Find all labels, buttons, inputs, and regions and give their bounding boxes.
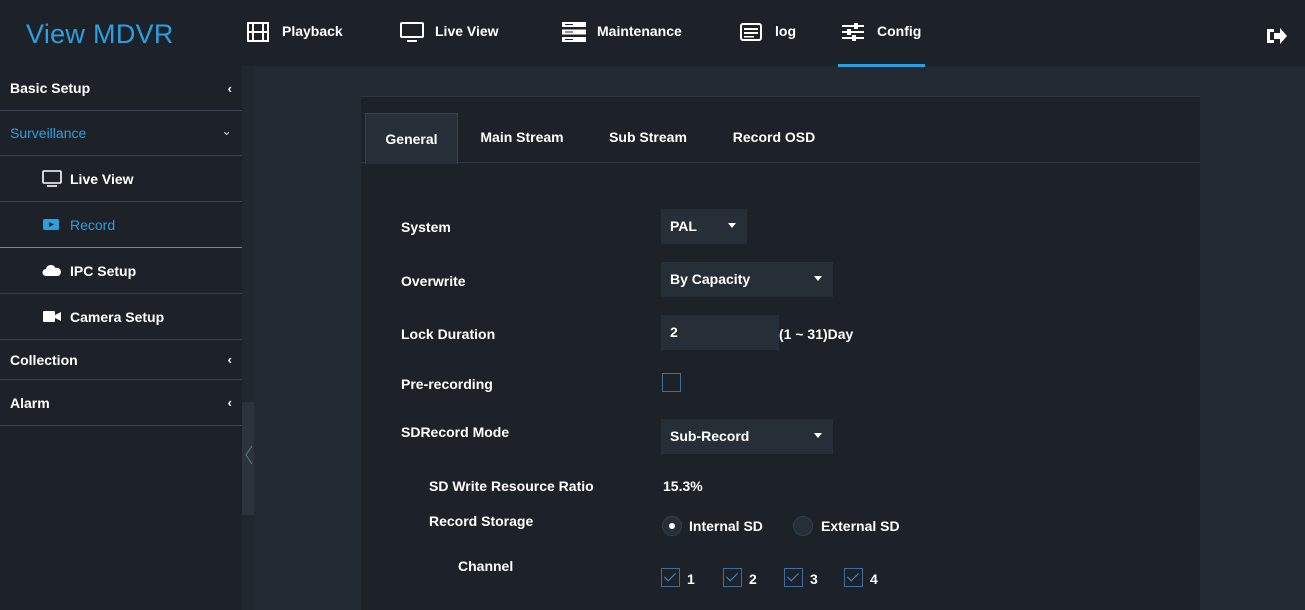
tab-record-osd[interactable]: Record OSD	[723, 111, 825, 163]
overwrite-select-value: By Capacity	[670, 271, 751, 287]
sidebar-scrollbar-thumb[interactable]	[242, 66, 254, 402]
sidebar-item-basic-setup[interactable]: Basic Setup ‹	[0, 66, 242, 111]
external-sd-label: External SD	[821, 518, 900, 534]
sd-record-mode-label: SDRecord Mode	[401, 424, 510, 440]
sidebar-item-label: Record	[70, 216, 116, 233]
sd-record-mode-select[interactable]: Sub-Record	[661, 419, 833, 454]
channel-2-checkbox[interactable]	[723, 568, 742, 587]
maintenance-icon	[562, 22, 588, 42]
nav-log[interactable]: log	[740, 22, 796, 52]
sidebar-item-record[interactable]: Record	[0, 202, 242, 248]
monitor-icon	[42, 170, 62, 187]
sidebar-scrollbar-lower	[242, 515, 254, 610]
sidebar-item-label: Live View	[70, 170, 134, 187]
sidebar-item-label: Collection	[10, 351, 78, 368]
cloud-icon	[42, 262, 62, 279]
playback-icon	[247, 22, 273, 42]
app-title: View MDVR	[26, 19, 174, 49]
sidebar: Basic Setup ‹ Surveillance ⌄ Live View R…	[0, 66, 242, 610]
sidebar-item-label: Alarm	[10, 394, 50, 411]
channel-4-label: 4	[870, 571, 878, 587]
channel-4-checkbox[interactable]	[844, 568, 863, 587]
overwrite-select[interactable]: By Capacity	[661, 262, 833, 297]
chevron-left-icon: ‹	[227, 352, 232, 367]
nav-config[interactable]: Config	[837, 22, 926, 67]
sidebar-item-label: Camera Setup	[70, 308, 165, 325]
chevron-down-icon: ⌄	[221, 123, 232, 138]
record-icon	[42, 216, 62, 233]
sidebar-item-ipc-setup[interactable]: IPC Setup	[0, 248, 242, 294]
sliders-icon	[842, 22, 868, 42]
sidebar-item-label: IPC Setup	[70, 262, 137, 279]
system-select[interactable]: PAL	[661, 209, 747, 244]
sd-write-ratio-value: 15.3%	[663, 478, 703, 494]
monitor-icon	[400, 22, 426, 42]
radio-internal-sd[interactable]	[662, 516, 682, 536]
pre-recording-checkbox[interactable]	[662, 373, 681, 392]
nav-live-view-label: Live View	[435, 23, 499, 39]
dropdown-caret-icon	[728, 223, 736, 228]
channel-3-checkbox[interactable]	[784, 568, 803, 587]
tab-sub-stream[interactable]: Sub Stream	[599, 111, 697, 163]
channel-1-label: 1	[687, 571, 695, 587]
overwrite-label: Overwrite	[401, 273, 466, 289]
nav-config-label: Config	[877, 23, 922, 39]
radio-external-sd[interactable]	[793, 516, 813, 536]
internal-sd-label: Internal SD	[689, 518, 763, 534]
lock-duration-input[interactable]	[661, 315, 779, 350]
nav-maintenance[interactable]: Maintenance	[562, 22, 682, 52]
system-label: System	[401, 219, 451, 235]
channel-2-label: 2	[749, 571, 757, 587]
tab-bar: General Main Stream Sub Stream Record OS…	[361, 111, 1200, 164]
sd-write-ratio-label: SD Write Resource Ratio	[429, 478, 594, 494]
lock-duration-unit: (1 ~ 31)Day	[779, 326, 854, 342]
sidebar-item-collection[interactable]: Collection ‹	[0, 340, 242, 380]
sidebar-item-surveillance[interactable]: Surveillance ⌄	[0, 111, 242, 156]
nav-playback[interactable]: Playback	[247, 22, 343, 52]
log-icon	[740, 22, 766, 42]
chevron-left-icon: ‹	[227, 395, 232, 410]
channel-label: Channel	[458, 558, 514, 574]
lock-duration-label: Lock Duration	[401, 326, 496, 342]
config-panel: General Main Stream Sub Stream Record OS…	[361, 96, 1200, 610]
logout-icon[interactable]	[1265, 26, 1287, 46]
channel-3-label: 3	[810, 571, 818, 587]
record-storage-label: Record Storage	[429, 513, 534, 529]
pre-recording-label: Pre-recording	[401, 376, 493, 392]
chevron-left-icon: ‹	[227, 81, 232, 96]
sidebar-item-label: Surveillance	[10, 125, 87, 141]
nav-playback-label: Playback	[282, 23, 343, 39]
nav-live-view[interactable]: Live View	[400, 22, 499, 52]
nav-maintenance-label: Maintenance	[597, 23, 682, 39]
collapse-sidebar-icon[interactable]	[244, 445, 254, 465]
system-select-value: PAL	[670, 218, 697, 234]
tab-main-stream[interactable]: Main Stream	[469, 111, 575, 163]
sidebar-item-label: Basic Setup	[10, 80, 91, 96]
nav-log-label: log	[775, 23, 796, 39]
dropdown-caret-icon	[814, 276, 822, 281]
channel-1-checkbox[interactable]	[661, 568, 680, 587]
tab-general[interactable]: General	[365, 113, 458, 164]
top-navigation-bar: View MDVR Playback Live View Maintenance…	[0, 0, 1305, 67]
dropdown-caret-icon	[814, 433, 822, 438]
sd-record-mode-value: Sub-Record	[670, 428, 750, 444]
sidebar-item-camera-setup[interactable]: Camera Setup	[0, 294, 242, 340]
camera-icon	[42, 308, 62, 325]
sidebar-item-live-view[interactable]: Live View	[0, 156, 242, 202]
sidebar-item-alarm[interactable]: Alarm ‹	[0, 380, 242, 426]
